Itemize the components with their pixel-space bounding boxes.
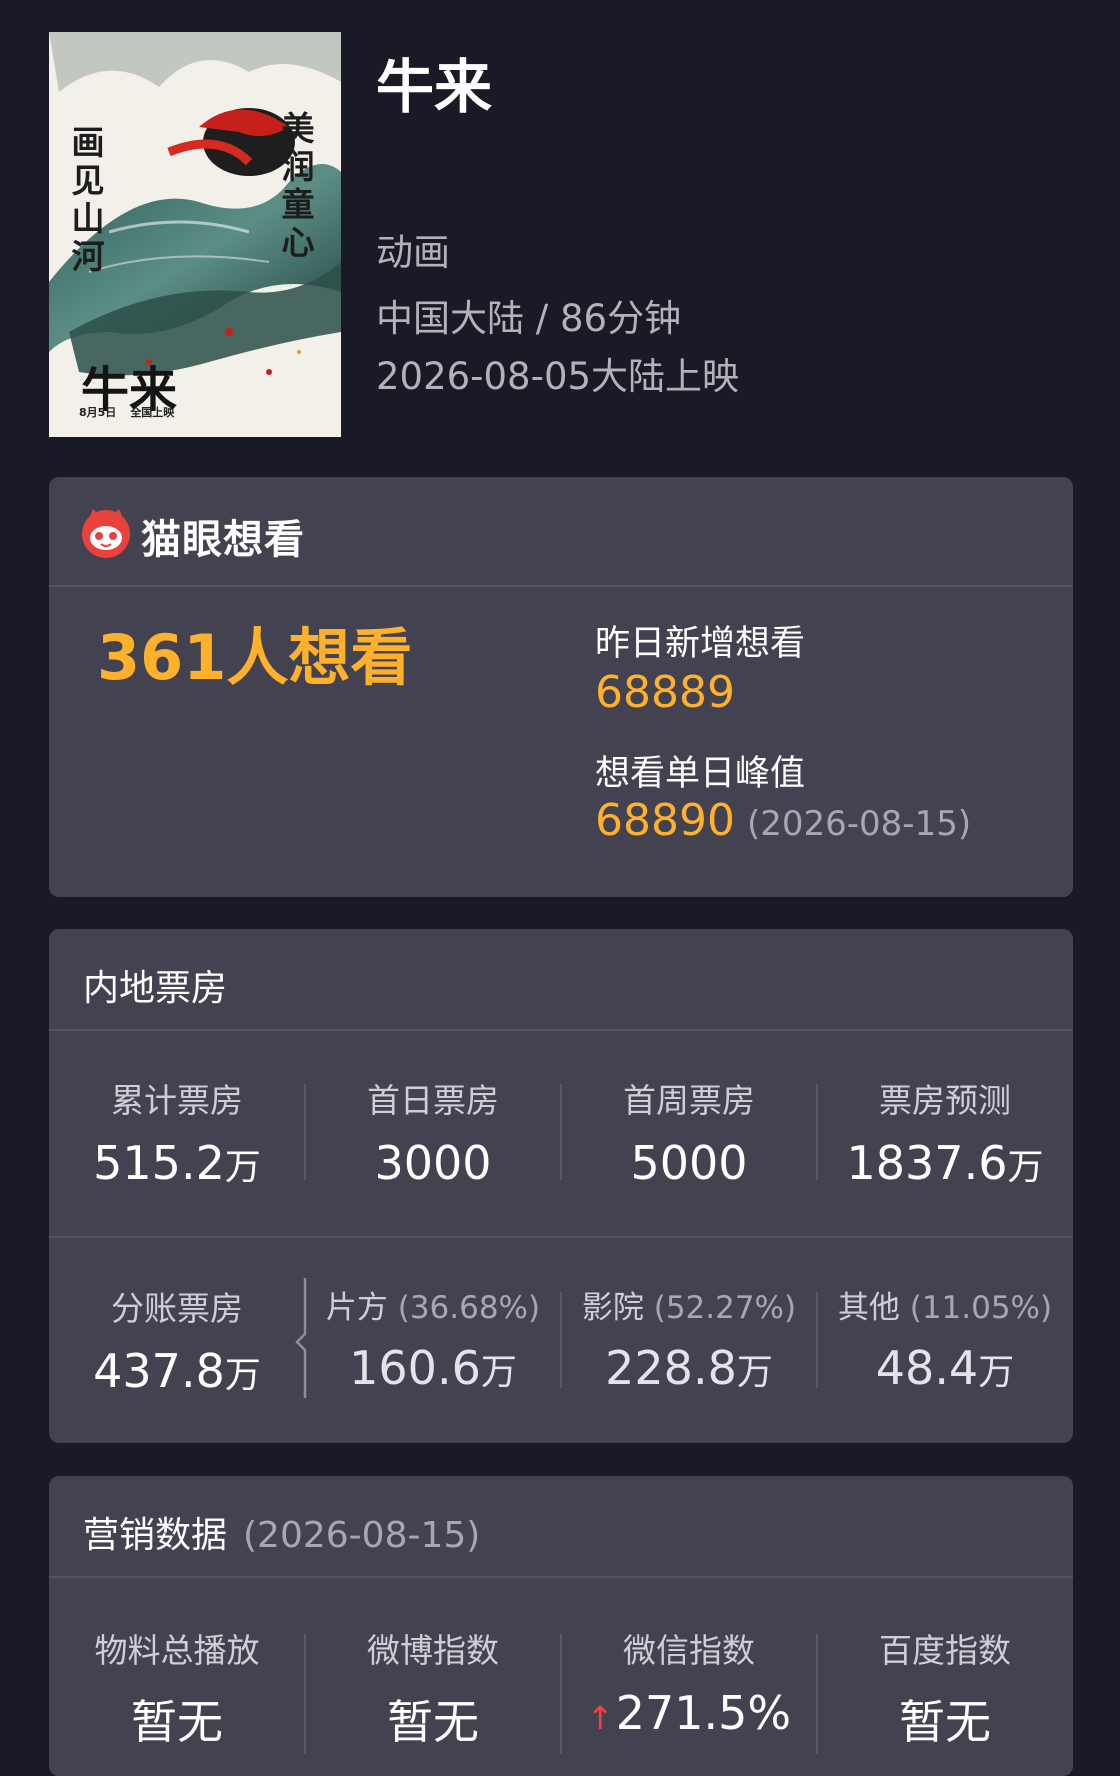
column-divider (560, 1634, 562, 1754)
poster-slogan-right: 美润童心 (281, 109, 315, 262)
marketing-divider (49, 1576, 1073, 1578)
want-total: 361人想看 (97, 621, 413, 694)
boxoffice-title: 内地票房 (83, 968, 228, 1009)
yesterday-want-value: 68889 (595, 667, 735, 718)
weibo-index[interactable]: 微博指数 暂无 (305, 1624, 561, 1752)
peak-want-date: (2026-08-15) (746, 804, 972, 844)
movie-header: 画见山河 美润童心 牛来 8月5日 全国上映 牛来 动画 中国大陆 / 86分钟 … (0, 0, 1120, 460)
peak-want-row: 68890 (2026-08-15) (595, 795, 971, 846)
column-divider (816, 1634, 818, 1754)
cumulative-boxoffice[interactable]: 累计票房 515.2万 (49, 1074, 305, 1190)
up-arrow-icon: ↑ (586, 1699, 614, 1737)
movie-title: 牛来 (376, 53, 493, 121)
column-divider (816, 1292, 818, 1388)
movie-genre: 动画 (376, 231, 450, 274)
maoyan-cat-icon (82, 509, 130, 558)
first-day-boxoffice[interactable]: 首日票房 3000 (305, 1074, 561, 1190)
yesterday-want-label: 昨日新增想看 (595, 624, 806, 664)
marketing-title: 营销数据 (83, 1515, 228, 1556)
boxoffice-forecast[interactable]: 票房预测 1837.6万 (817, 1074, 1073, 1190)
marketing-row: 物料总播放 暂无 微博指数 暂无 微信指数 ↑271.5% 百度指数 暂无 (49, 1624, 1073, 1754)
boxoffice-divider (49, 1029, 1073, 1031)
baidu-index[interactable]: 百度指数 暂无 (817, 1624, 1073, 1752)
poster-slogan-left: 画见山河 (71, 123, 105, 276)
column-divider (304, 1634, 306, 1754)
split-producer[interactable]: 片方 (36.68%) 160.6万 (305, 1282, 561, 1395)
maoyan-brand-label: 猫眼想看 (141, 517, 305, 563)
boxoffice-split-row: 分账票房 437.8万 片方 (36.68%) 160.6万 影院 (52.27… (49, 1278, 1073, 1402)
material-plays[interactable]: 物料总播放 暂无 (49, 1624, 305, 1752)
marketing-date: (2026-08-15) (243, 1515, 481, 1556)
column-divider (304, 1084, 306, 1180)
poster-date: 8月5日 全国上映 (79, 406, 175, 419)
first-week-boxoffice[interactable]: 首周票房 5000 (561, 1074, 817, 1190)
maoyan-card-header: 猫眼想看 (49, 477, 1073, 587)
column-divider (816, 1084, 818, 1180)
movie-poster[interactable]: 画见山河 美润童心 牛来 8月5日 全国上映 (49, 32, 341, 437)
column-divider (560, 1292, 562, 1388)
split-cinema[interactable]: 影院 (52.27%) 228.8万 (561, 1282, 817, 1395)
peak-want-label: 想看单日峰值 (595, 754, 806, 794)
split-other[interactable]: 其他 (11.05%) 48.4万 (817, 1282, 1073, 1395)
movie-release-date: 2026-08-05大陆上映 (376, 355, 740, 398)
boxoffice-divider (49, 1236, 1073, 1238)
split-boxoffice-total[interactable]: 分账票房 437.8万 (49, 1282, 305, 1398)
boxoffice-top-row: 累计票房 515.2万 首日票房 3000 首周票房 5000 票房预测 183… (49, 1074, 1073, 1194)
boxoffice-card: 内地票房 累计票房 515.2万 首日票房 3000 首周票房 5000 票房预… (49, 929, 1073, 1443)
wechat-index[interactable]: 微信指数 ↑271.5% (561, 1624, 817, 1740)
peak-want-value: 68890 (595, 795, 735, 846)
maoyan-want-card: 猫眼想看 361人想看 昨日新增想看 68889 想看单日峰值 68890 (20… (49, 477, 1073, 897)
marketing-title-row: 营销数据 (2026-08-15) (83, 1506, 480, 1558)
movie-region-duration: 中国大陆 / 86分钟 (376, 297, 682, 340)
marketing-card: 营销数据 (2026-08-15) 物料总播放 暂无 微博指数 暂无 微信指数 ↑… (49, 1476, 1073, 1776)
column-divider (560, 1084, 562, 1180)
